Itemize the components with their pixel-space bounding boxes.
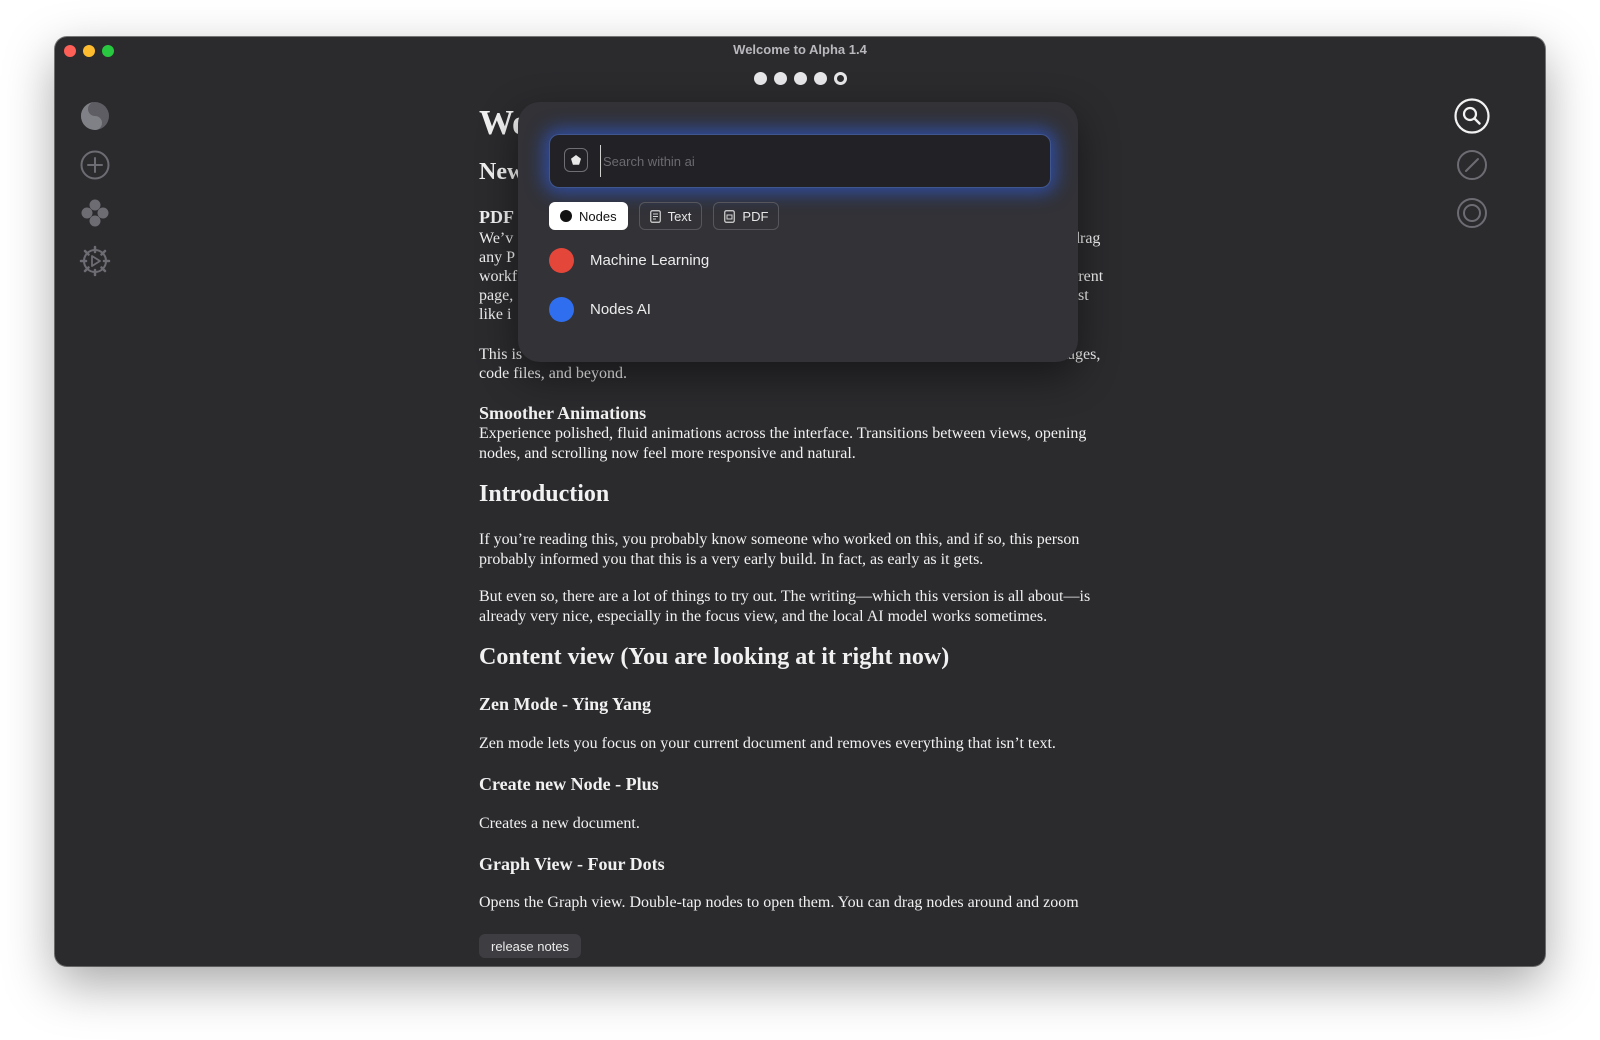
search-popover: Nodes Text PDF Machine Learning	[518, 102, 1078, 362]
focus-button[interactable]	[1454, 195, 1490, 231]
page-dot[interactable]	[774, 72, 787, 85]
filter-nodes[interactable]: Nodes	[549, 202, 628, 230]
dot-icon	[560, 210, 572, 222]
search-filters: Nodes Text PDF	[549, 202, 780, 230]
gear-icon	[79, 245, 111, 277]
create-node-text: Creates a new document.	[479, 815, 640, 832]
page-dot[interactable]	[794, 72, 807, 85]
zen-mode-heading: Zen Mode - Ying Yang	[479, 694, 652, 714]
release-notes-button[interactable]: release notes	[479, 934, 582, 958]
plus-circle-icon	[80, 150, 110, 180]
title-bar: Welcome to Alpha 1.4	[55, 37, 1545, 67]
node-color-icon	[549, 297, 574, 322]
page-dot-active[interactable]	[834, 72, 847, 85]
search-input[interactable]	[600, 145, 1035, 177]
page-indicator	[754, 72, 847, 85]
search-box[interactable]	[549, 134, 1051, 188]
smoother-animations-heading: Smoother Animations	[479, 403, 647, 423]
filter-label: PDF	[742, 208, 769, 224]
graph-view-text: Opens the Graph view. Double-tap nodes t…	[479, 894, 1079, 911]
page-dot[interactable]	[814, 72, 827, 85]
page-dot[interactable]	[754, 72, 767, 85]
search-result-machine-learning[interactable]: Machine Learning	[549, 248, 709, 273]
graph-view-heading: Graph View - Four Dots	[479, 854, 665, 874]
app-window: Welcome to Alpha 1.4 We New PDF We’v any…	[55, 37, 1545, 966]
create-node-button[interactable]	[79, 149, 111, 181]
node-color-icon	[549, 248, 574, 273]
result-label: Nodes AI	[590, 301, 651, 318]
this-is-line: This is	[479, 346, 523, 363]
graph-view-button[interactable]	[79, 197, 111, 229]
filter-label: Text	[667, 208, 692, 224]
introduction-heading: Introduction	[479, 481, 610, 507]
create-node-heading: Create new Node - Plus	[479, 774, 659, 794]
zen-mode-text: Zen mode lets you focus on your current …	[479, 735, 1056, 752]
filter-pdf[interactable]: PDF	[713, 202, 780, 230]
zen-mode-button[interactable]	[79, 100, 111, 132]
search-icon	[1454, 98, 1490, 134]
yin-yang-icon	[81, 102, 109, 130]
settings-button[interactable]	[79, 245, 111, 277]
search-result-nodes-ai[interactable]: Nodes AI	[549, 297, 651, 322]
pen-icon	[1457, 150, 1487, 180]
search-button[interactable]	[1454, 98, 1490, 134]
window-title: Welcome to Alpha 1.4	[733, 42, 867, 57]
filter-text[interactable]: Text	[638, 202, 703, 230]
pdf-heading: PDF	[479, 207, 514, 227]
filter-label: Nodes	[579, 208, 617, 224]
pentagon-icon	[571, 155, 581, 165]
scope-icon[interactable]	[564, 148, 588, 172]
pdf-doc-icon	[724, 209, 736, 223]
introduction-paragraph: But even so, there are a lot of things t…	[479, 588, 1091, 625]
smoother-animations-text: Experience polished, fluid animations ac…	[479, 425, 1087, 462]
content-view-heading: Content view (You are looking at it righ…	[479, 644, 950, 670]
four-dots-icon	[81, 199, 109, 227]
focus-icon	[1457, 198, 1487, 228]
result-label: Machine Learning	[590, 252, 710, 269]
text-doc-icon	[649, 209, 661, 223]
write-button[interactable]	[1454, 147, 1490, 183]
code-files-line: code files, and beyond.	[479, 365, 627, 382]
introduction-paragraph: If you’re reading this, you probably kno…	[479, 531, 1080, 568]
